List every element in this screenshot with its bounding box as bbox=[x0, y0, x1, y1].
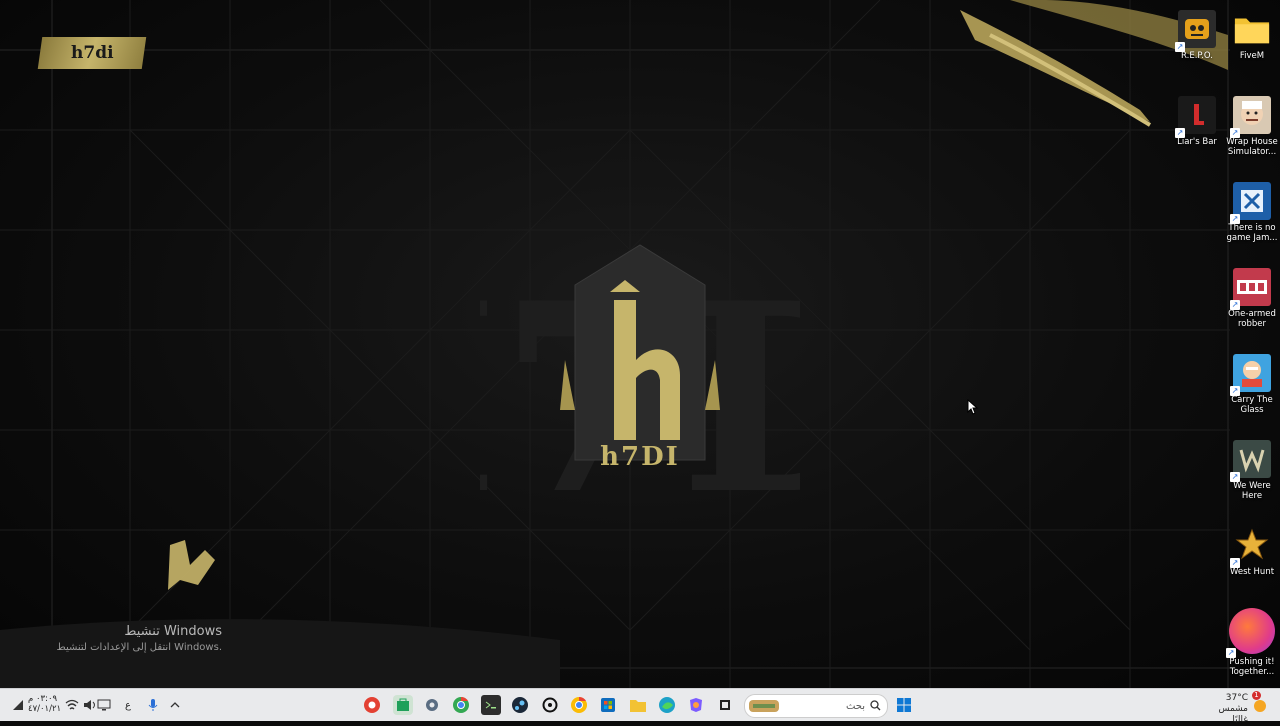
edge-icon[interactable] bbox=[657, 695, 677, 715]
weather-widget[interactable]: 37°C مشمس غالبًا bbox=[1208, 693, 1248, 726]
store-app-icon[interactable] bbox=[393, 695, 413, 715]
desktop-icon-pushing-it[interactable]: ↗ Pushing it! Together... bbox=[1225, 608, 1279, 677]
steam-icon[interactable] bbox=[510, 695, 530, 715]
shortcut-arrow-icon: ↗ bbox=[1230, 300, 1240, 310]
one-armed-robber-icon: ↗ bbox=[1230, 268, 1271, 310]
weather-temp: 37°C bbox=[1225, 693, 1248, 703]
chevron-up-icon[interactable] bbox=[165, 695, 185, 715]
liars-bar-icon: ↗ bbox=[1175, 96, 1216, 138]
taskbar[interactable]: ٠٣:٠٩ م ٤٧/٠١/٢١ ع بحث 37°C مشمس غالبًا … bbox=[0, 688, 1280, 725]
desktop-icon-carry-the-glass[interactable]: ↗ Carry The Glass bbox=[1225, 354, 1279, 415]
desktop-icon-west-hunt[interactable]: ↗ West Hunt bbox=[1225, 526, 1279, 577]
clock-time: ٠٣:٠٩ م bbox=[28, 694, 58, 704]
search-highlight-icon bbox=[749, 700, 779, 712]
openai-icon[interactable] bbox=[540, 695, 560, 715]
carry-the-glass-icon: ↗ bbox=[1230, 354, 1271, 396]
desktop-icon-label: FiveM bbox=[1239, 51, 1265, 61]
pushing-it-icon: ↗ bbox=[1226, 608, 1275, 658]
shortcut-arrow-icon: ↗ bbox=[1226, 648, 1236, 658]
west-hunt-icon: ↗ bbox=[1230, 526, 1271, 568]
no-game-icon: ↗ bbox=[1230, 182, 1271, 224]
copilot-icon[interactable] bbox=[686, 695, 706, 715]
chrome-icon[interactable] bbox=[451, 695, 471, 715]
shortcut-arrow-icon: ↗ bbox=[1230, 558, 1240, 568]
desktop-icon-label: Carry The Glass bbox=[1231, 395, 1273, 415]
windows-logo-icon bbox=[897, 698, 911, 712]
desktop-icon-repo[interactable]: ↗ R.E.P.O. bbox=[1170, 10, 1224, 61]
task-view-icon[interactable] bbox=[715, 695, 735, 715]
shortcut-arrow-icon: ↗ bbox=[1175, 128, 1185, 138]
logo-text: h7DI bbox=[600, 442, 680, 472]
desktop-icon-label: One-armed robber bbox=[1228, 309, 1276, 329]
settings-gear-icon[interactable] bbox=[422, 695, 442, 715]
search-placeholder: بحث bbox=[845, 700, 865, 712]
shortcut-arrow-icon: ↗ bbox=[1175, 42, 1185, 52]
microphone-icon[interactable] bbox=[143, 695, 163, 715]
chrome-alt-icon[interactable] bbox=[569, 695, 589, 715]
desktop-icon-label: Liar's Bar bbox=[1177, 137, 1217, 147]
start-button[interactable] bbox=[894, 695, 914, 715]
desktop-icon-no-game[interactable]: ↗ There is no game Jam... bbox=[1225, 182, 1279, 243]
chrome-profile-icon[interactable] bbox=[362, 695, 382, 715]
clock-date: ٤٧/٠١/٢١ bbox=[28, 704, 62, 714]
clock[interactable]: ٠٣:٠٩ م ٤٧/٠١/٢١ bbox=[28, 694, 61, 714]
windows-activation-notice: تنشيط Windows انتقل إلى الإعدادات لتنشيط… bbox=[40, 624, 222, 653]
h7di-logo: H7DI h7DI bbox=[480, 244, 800, 520]
desktop[interactable]: h7di H7DI h7DI تنشيط Windows انتقل إلى ا… bbox=[0, 0, 1280, 688]
search-icon bbox=[870, 700, 881, 711]
weather-sun-icon[interactable]: 1 bbox=[1250, 691, 1270, 715]
network-status-icon[interactable] bbox=[8, 695, 28, 715]
desktop-icon-one-armed-robber[interactable]: ↗ One-armed robber bbox=[1225, 268, 1279, 329]
desktop-icon-label: R.E.P.O. bbox=[1181, 51, 1213, 61]
repo-icon: ↗ bbox=[1175, 10, 1216, 52]
desktop-icon-label: West Hunt bbox=[1229, 567, 1275, 577]
we-were-here-icon: ↗ bbox=[1230, 440, 1271, 482]
desktop-icon-fivem[interactable]: FiveM bbox=[1225, 10, 1279, 61]
desktop-icon-label: There is no game Jam... bbox=[1226, 223, 1278, 243]
brand-tag-text: h7di bbox=[70, 43, 114, 63]
shortcut-arrow-icon: ↗ bbox=[1230, 214, 1240, 224]
file-explorer-icon[interactable] bbox=[628, 695, 648, 715]
weather-badge: 1 bbox=[1252, 691, 1261, 700]
desktop-icon-label: Wrap House Simulator... bbox=[1226, 137, 1278, 157]
shortcut-arrow-icon: ↗ bbox=[1230, 386, 1240, 396]
folder-icon bbox=[1233, 10, 1271, 48]
wifi-icon[interactable] bbox=[62, 695, 82, 715]
desktop-icon-we-were-here[interactable]: ↗ We Were Here bbox=[1225, 440, 1279, 501]
desktop-icon-liars-bar[interactable]: ↗ Liar's Bar bbox=[1170, 96, 1224, 147]
search-input[interactable]: بحث bbox=[744, 694, 888, 718]
shortcut-arrow-icon: ↗ bbox=[1230, 472, 1240, 482]
weather-desc: مشمس غالبًا bbox=[1218, 704, 1248, 725]
brand-tag: h7di bbox=[37, 37, 147, 69]
language-indicator[interactable]: ع bbox=[118, 695, 138, 715]
display-icon[interactable] bbox=[94, 695, 114, 715]
desktop-icon-label: Pushing it! Together... bbox=[1229, 657, 1275, 677]
terminal-icon[interactable] bbox=[481, 695, 501, 715]
desktop-icon-wrap-house[interactable]: ↗ Wrap House Simulator... bbox=[1225, 96, 1279, 157]
desktop-icon-label: We Were Here bbox=[1233, 481, 1271, 501]
activation-subtitle: انتقل إلى الإعدادات لتنشيط Windows. bbox=[56, 642, 222, 653]
shortcut-arrow-icon: ↗ bbox=[1230, 128, 1240, 138]
microsoft-store-icon[interactable] bbox=[598, 695, 618, 715]
activation-title: تنشيط Windows bbox=[124, 624, 222, 639]
wrap-house-icon: ↗ bbox=[1230, 96, 1271, 138]
mouse-cursor-icon bbox=[967, 399, 979, 415]
